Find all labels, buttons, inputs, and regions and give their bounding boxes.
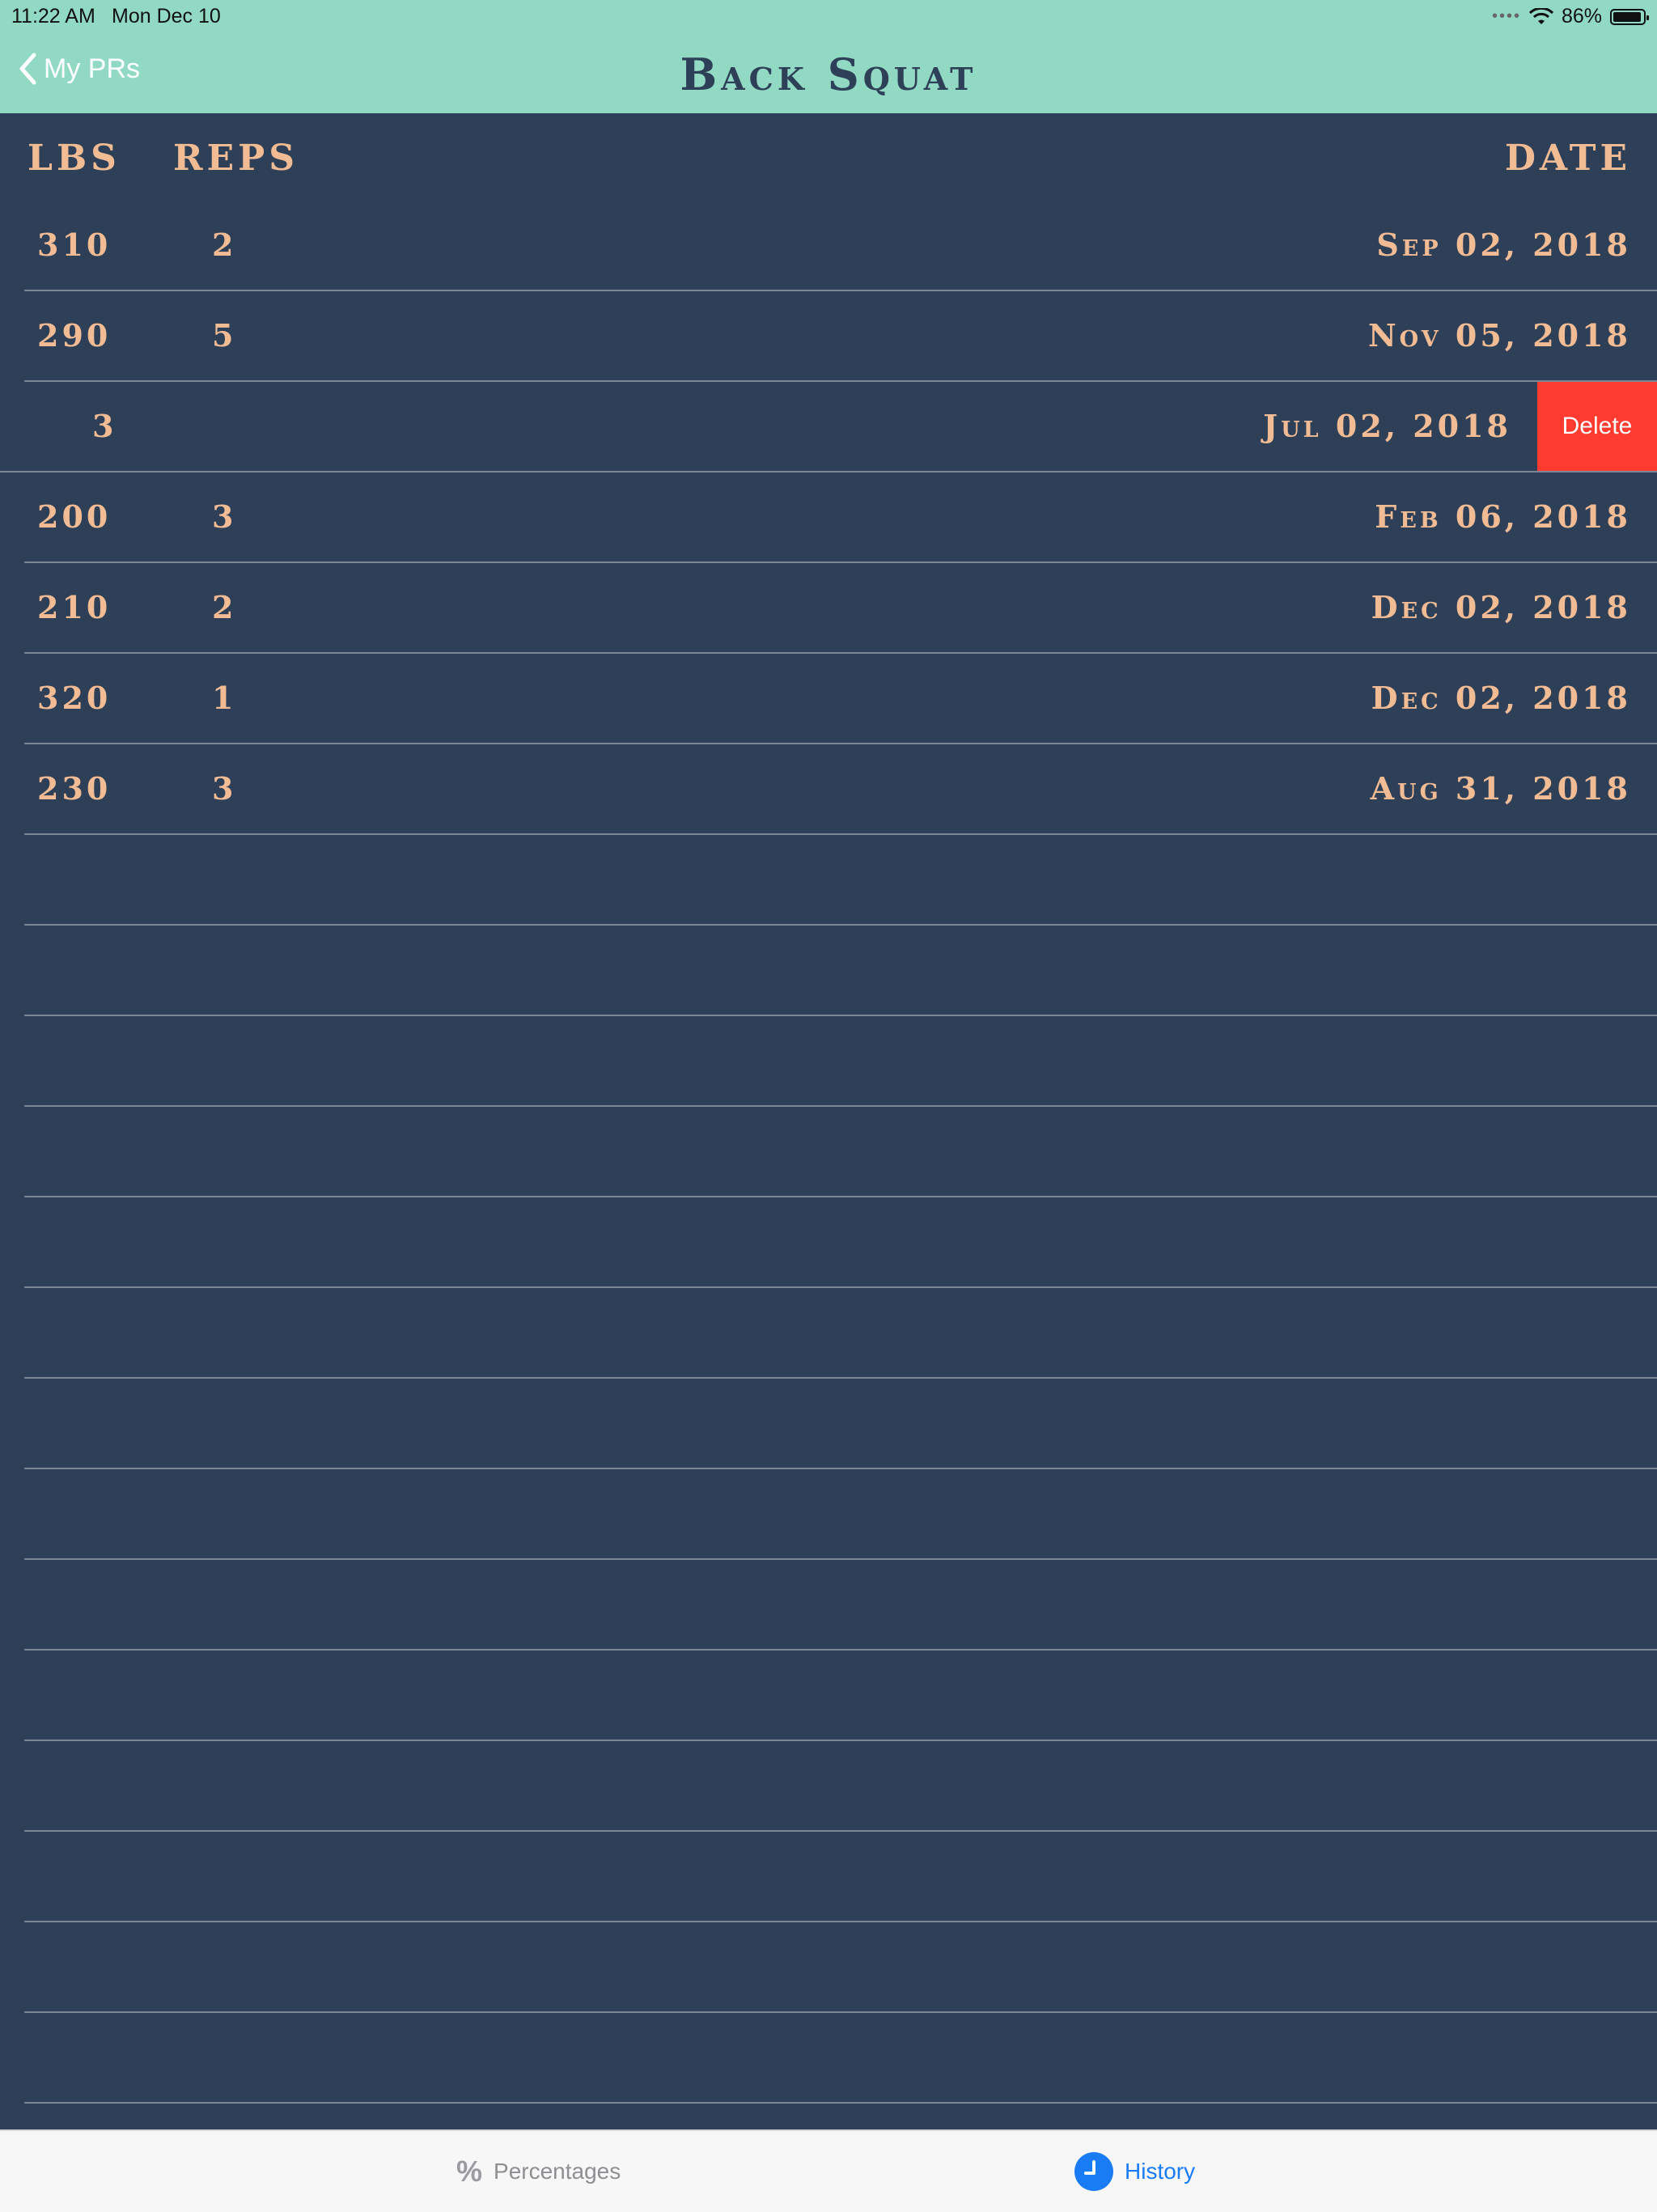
cell-reps: 1 — [212, 680, 237, 716]
tab-percentages-label: Percentages — [494, 2159, 621, 2184]
empty-row — [0, 1469, 1657, 1560]
battery-percent: 86% — [1561, 5, 1602, 28]
table-row[interactable]: 210 2 Dec 02, 2018 — [0, 563, 1657, 654]
percent-icon: % — [456, 2155, 483, 2188]
table-row[interactable]: 230 3 Aug 31, 2018 — [0, 744, 1657, 835]
empty-row — [0, 1741, 1657, 1832]
cell-reps: 5 — [212, 317, 237, 354]
cell-date: Nov 05, 2018 — [1367, 317, 1631, 354]
table-row[interactable]: 310 2 Sep 02, 2018 — [0, 201, 1657, 291]
signal-dots-icon: •••• — [1491, 7, 1521, 25]
empty-row — [0, 1016, 1657, 1107]
cell-lbs: 230 — [37, 770, 112, 807]
cell-date: Feb 06, 2018 — [1375, 498, 1631, 535]
cell-reps: 3 — [212, 770, 237, 807]
cell-reps: 2 — [212, 227, 237, 263]
table-row-swiped[interactable]: 3 Jul 02, 2018 Delete — [0, 382, 1657, 472]
empty-row — [0, 1379, 1657, 1469]
table-row[interactable]: 290 5 Nov 05, 2018 — [0, 291, 1657, 382]
pr-history-table: 310 2 Sep 02, 2018 290 5 Nov 05, 2018 3 … — [0, 201, 1657, 2194]
empty-row — [0, 1560, 1657, 1651]
cell-date: Jul 02, 2018 — [1263, 408, 1511, 444]
empty-row — [0, 1922, 1657, 2013]
empty-row — [0, 1288, 1657, 1379]
tab-history-label: History — [1125, 2159, 1196, 2184]
clock-icon — [1074, 2152, 1113, 2191]
empty-row — [0, 926, 1657, 1016]
battery-icon — [1610, 8, 1649, 25]
cell-lbs: 310 — [37, 227, 112, 263]
status-bar: 11:22 AM Mon Dec 10 •••• 86% — [0, 0, 1657, 32]
cell-lbs: 320 — [37, 680, 112, 716]
status-date: Mon Dec 10 — [112, 5, 221, 28]
cell-date: Sep 02, 2018 — [1376, 227, 1631, 263]
tab-bar: % Percentages History — [0, 2129, 1657, 2212]
empty-row — [0, 835, 1657, 926]
tab-percentages[interactable]: % Percentages — [456, 2131, 621, 2212]
cell-reps: 2 — [212, 589, 237, 625]
cell-date: Dec 02, 2018 — [1371, 680, 1631, 716]
page-title: Back Squat — [680, 49, 977, 100]
empty-row — [0, 1651, 1657, 1741]
tab-history[interactable]: History — [1074, 2131, 1195, 2212]
cell-date: Dec 02, 2018 — [1371, 589, 1631, 625]
navigation-bar: My PRs Back Squat — [0, 32, 1657, 113]
table-row[interactable]: 320 1 Dec 02, 2018 — [0, 654, 1657, 744]
cell-lbs: 200 — [37, 498, 112, 535]
column-header-reps: REPS — [173, 138, 299, 179]
cell-date: Aug 31, 2018 — [1370, 770, 1631, 807]
cell-reps: 3 — [92, 408, 117, 444]
empty-row — [0, 1197, 1657, 1288]
status-indicators: •••• 86% — [1491, 5, 1649, 28]
table-row[interactable]: 200 3 Feb 06, 2018 — [0, 472, 1657, 563]
column-header-lbs: LBS — [28, 138, 121, 179]
empty-row — [0, 1832, 1657, 1922]
status-time: 11:22 AM — [11, 5, 95, 28]
cell-lbs: 290 — [37, 317, 112, 354]
cell-lbs: 210 — [37, 589, 112, 625]
empty-row — [0, 2013, 1657, 2104]
delete-button[interactable]: Delete — [1537, 382, 1657, 471]
cell-reps: 3 — [212, 498, 237, 535]
empty-row — [0, 1107, 1657, 1197]
column-header-date: DATE — [1504, 138, 1631, 179]
wifi-icon — [1528, 7, 1553, 24]
